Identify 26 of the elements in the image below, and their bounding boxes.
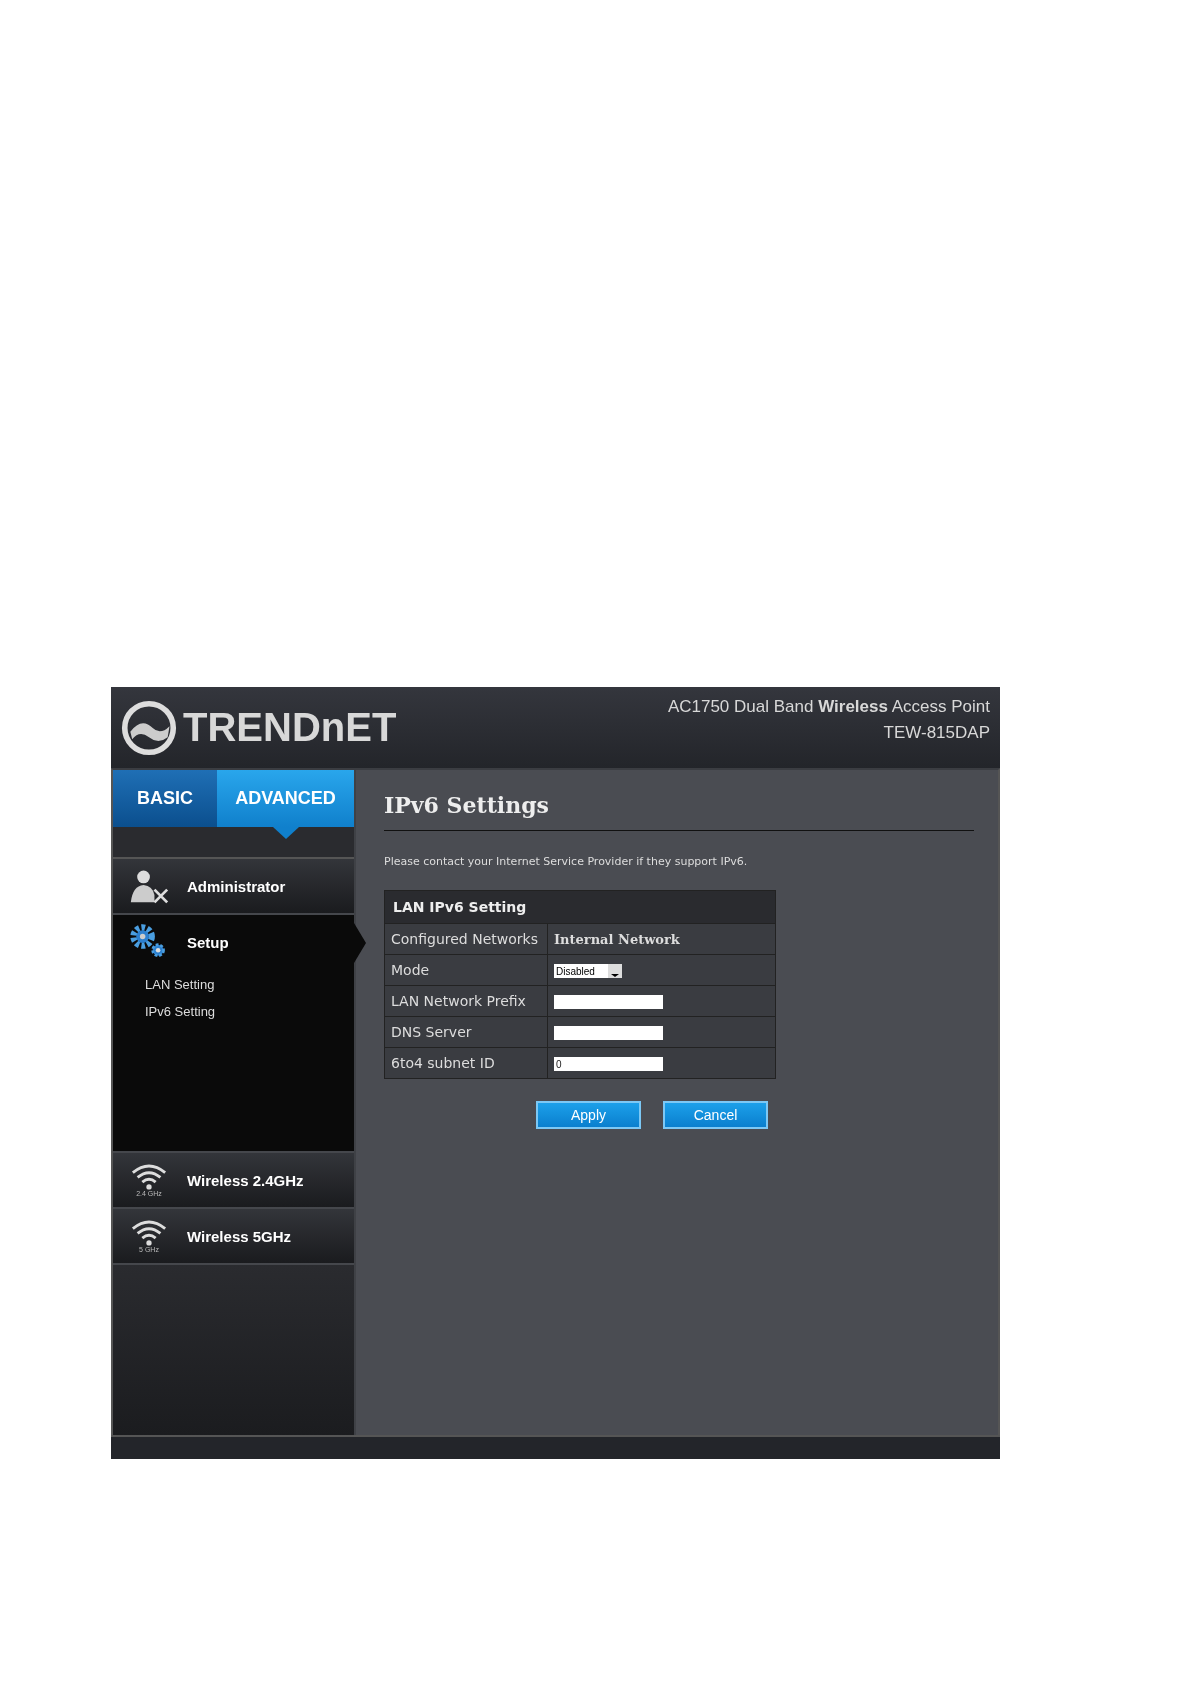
wifi-icon: [130, 1163, 168, 1190]
product-name: AC1750 Dual Band Wireless Access Point: [667, 697, 990, 717]
selection-notch: [272, 827, 299, 839]
table-cell: LAN Network Prefix: [384, 985, 548, 1017]
action-button[interactable]: Cancel: [663, 1101, 768, 1129]
menu-item[interactable]: Administrator: [113, 859, 354, 915]
logo-text: TRENDnET: [183, 705, 397, 750]
submenu-link[interactable]: LAN Setting: [145, 977, 354, 992]
table-cell: 6to4 subnet ID: [384, 1047, 548, 1079]
input-field[interactable]: 0: [554, 1057, 663, 1072]
model-name: TEW-815DAP: [883, 723, 990, 743]
tab[interactable]: BASIC: [113, 770, 217, 827]
wifi-icon: [130, 1219, 168, 1246]
action-button[interactable]: Apply: [536, 1101, 641, 1129]
input-field[interactable]: [554, 1026, 663, 1041]
table-cell: Mode: [384, 954, 548, 986]
page-title: IPv6 Settings: [384, 792, 550, 818]
info-text: Please contact your Internet Service Provider if they support IPv6.: [384, 855, 749, 868]
table-cell: Configured Networks: [384, 923, 548, 955]
logo-icon: [121, 699, 177, 756]
table-cell: DNS Server: [384, 1016, 548, 1048]
submenu-link[interactable]: IPv6 Setting: [145, 1004, 354, 1019]
input-field[interactable]: [554, 995, 663, 1010]
table-header: LAN IPv6 Setting: [384, 890, 776, 924]
table-cell-value: Internal Network: [554, 932, 680, 947]
mode-dropdown[interactable]: Disabled: [554, 964, 622, 979]
